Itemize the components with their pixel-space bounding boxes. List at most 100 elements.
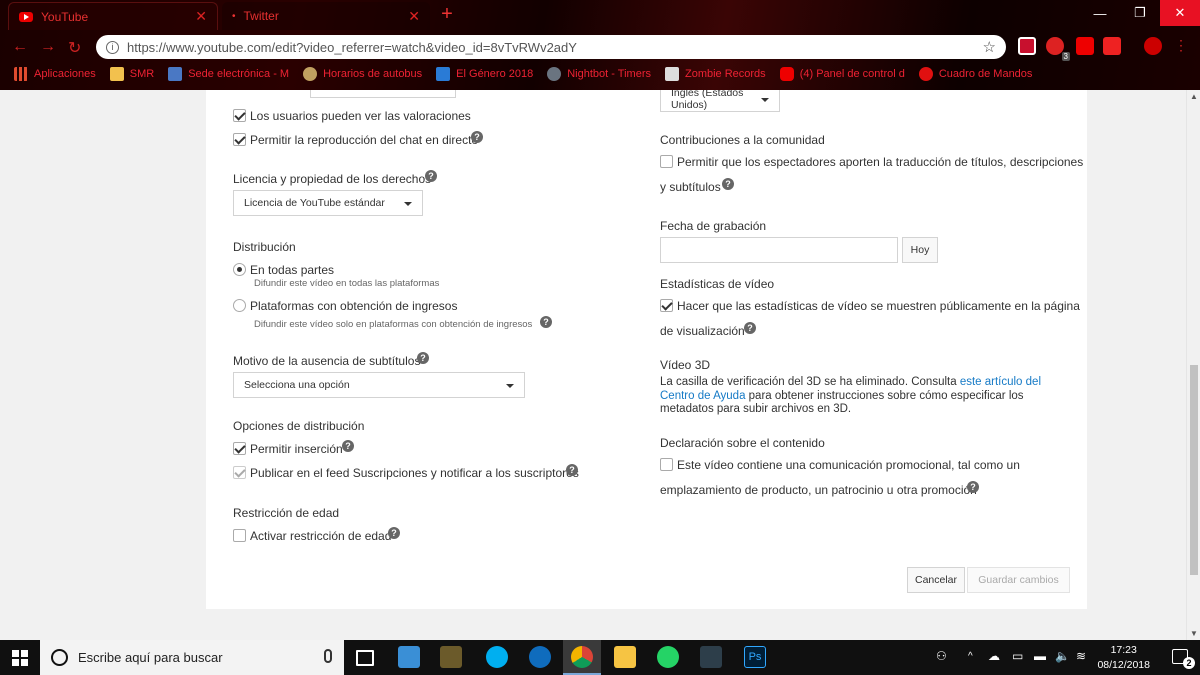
embed-checkbox[interactable]: [233, 442, 246, 455]
live-chat-checkbox[interactable]: [233, 133, 246, 146]
subtitles-reason-select[interactable]: Selecciona una opción: [233, 372, 525, 398]
taskbar-clock[interactable]: 17:23 08/12/2018: [1097, 643, 1150, 673]
bookmark-apps[interactable]: Aplicaciones: [14, 67, 96, 81]
edge-icon[interactable]: [529, 646, 551, 668]
radio-monetized[interactable]: [233, 299, 246, 312]
windows-taskbar: Escribe aquí para buscar Ps ⚇ ^ ☁ ▭ ▬ 🔈 …: [0, 640, 1200, 675]
language-select[interactable]: Inglés (Estados Unidos): [660, 90, 780, 112]
scroll-thumb[interactable]: [1190, 365, 1198, 575]
help-icon[interactable]: ?: [722, 178, 734, 190]
public-stats-checkbox[interactable]: [660, 299, 673, 312]
extension-calendar-icon[interactable]: [1018, 37, 1036, 55]
tab-close-icon[interactable]: ✕: [195, 8, 207, 25]
radio-everywhere[interactable]: [233, 263, 246, 276]
whatsapp-icon[interactable]: [657, 646, 679, 668]
bookmark-smr[interactable]: SMR: [109, 67, 154, 81]
profile-avatar[interactable]: [1144, 37, 1162, 55]
settings-card: Los usuarios pueden ver las valoraciones…: [206, 90, 1087, 609]
bookmark-genero[interactable]: El Género 2018: [436, 67, 533, 81]
ratings-label: Los usuarios pueden ver las valoraciones: [250, 109, 471, 123]
help-center-link[interactable]: Centro de Ayuda: [660, 390, 745, 402]
save-changes-button[interactable]: Guardar cambios: [967, 567, 1070, 593]
microphone-icon[interactable]: [324, 649, 332, 663]
cancel-button[interactable]: Cancelar: [907, 567, 965, 593]
bookmark-horarios[interactable]: Horarios de autobus: [303, 67, 422, 81]
community-translations-checkbox[interactable]: [660, 155, 673, 168]
help-icon[interactable]: ?: [967, 481, 979, 493]
photoshop-icon[interactable]: Ps: [744, 646, 766, 668]
volume-icon[interactable]: 🔈: [1055, 649, 1070, 663]
app-notebook-icon[interactable]: [398, 646, 420, 668]
zombie-records-icon: [664, 67, 679, 81]
extension-stats-icon[interactable]: 3: [1046, 37, 1070, 61]
bookmark-star-icon[interactable]: ☆: [983, 38, 996, 56]
help-icon[interactable]: ?: [540, 316, 552, 328]
help-icon[interactable]: ?: [342, 440, 354, 452]
extension-image-icon[interactable]: [1103, 37, 1121, 55]
extension-youtube-icon[interactable]: [1076, 37, 1094, 55]
address-bar[interactable]: i https://www.youtube.com/edit?video_ref…: [96, 35, 1006, 59]
distribution-heading: Distribución: [233, 240, 296, 254]
wifi-icon[interactable]: ≋: [1076, 649, 1086, 663]
scroll-down-icon[interactable]: ▼: [1190, 629, 1198, 638]
ratings-checkbox[interactable]: [233, 109, 246, 122]
public-stats-label-line2: de visualización: [660, 324, 745, 338]
battery-icon[interactable]: ▬: [1034, 649, 1046, 663]
menu-kebab-icon[interactable]: ⋮: [1174, 37, 1188, 55]
help-icon[interactable]: ?: [744, 322, 756, 334]
forward-icon[interactable]: →: [40, 38, 56, 56]
show-hidden-icons-chevron-icon[interactable]: ^: [968, 651, 973, 662]
window-controls: — ❐ ✕: [1080, 0, 1200, 26]
info-icon[interactable]: i: [106, 40, 119, 54]
bookmark-nightbot[interactable]: Nightbot - Timers: [547, 67, 651, 81]
tab-close-icon[interactable]: ✕: [408, 8, 420, 25]
today-button[interactable]: Hoy: [902, 237, 938, 263]
dashboard-icon: [918, 67, 933, 81]
nightbot-icon: [547, 67, 562, 81]
bookmark-zombie[interactable]: Zombie Records: [664, 67, 766, 81]
community-heading: Contribuciones a la comunidad: [660, 133, 825, 147]
tab-twitter[interactable]: • Twitter ✕: [222, 2, 430, 30]
help-icon[interactable]: ?: [566, 464, 578, 476]
age-restriction-heading: Restricción de edad: [233, 506, 340, 520]
license-select[interactable]: Licencia de YouTube estándar: [233, 190, 423, 216]
bookmark-label: Nightbot - Timers: [567, 68, 651, 80]
scroll-up-icon[interactable]: ▲: [1190, 92, 1198, 101]
app-arrow-icon[interactable]: [700, 646, 722, 668]
tab-youtube[interactable]: YouTube ✕: [8, 2, 218, 30]
help-icon[interactable]: ?: [425, 170, 437, 182]
partial-select[interactable]: [310, 90, 456, 98]
notify-subscribers-checkbox[interactable]: [233, 466, 246, 479]
file-explorer-icon[interactable]: [614, 646, 636, 668]
taskbar-search[interactable]: Escribe aquí para buscar: [40, 640, 344, 675]
clock-time: 17:23: [1110, 644, 1137, 656]
start-windows-icon[interactable]: [12, 650, 28, 666]
back-icon[interactable]: ←: [12, 38, 28, 56]
promotion-label-line2: emplazamiento de producto, un patrocinio…: [660, 483, 977, 497]
help-article-link[interactable]: este artículo del: [960, 376, 1041, 388]
chrome-icon[interactable]: [571, 646, 593, 668]
recording-date-input[interactable]: [660, 237, 898, 263]
reload-icon[interactable]: ↻: [68, 38, 81, 58]
new-tab-button[interactable]: +: [438, 4, 456, 24]
bookmark-sede[interactable]: Sede electrónica - M: [168, 67, 289, 81]
age-restriction-checkbox[interactable]: [233, 529, 246, 542]
maximize-button[interactable]: ❐: [1120, 0, 1160, 26]
task-view-icon[interactable]: [356, 650, 374, 666]
promotion-checkbox[interactable]: [660, 458, 673, 471]
minimize-button[interactable]: —: [1080, 0, 1120, 26]
close-window-button[interactable]: ✕: [1160, 0, 1200, 26]
extension-badge: 3: [1061, 52, 1070, 61]
help-icon[interactable]: ?: [471, 131, 483, 143]
help-icon[interactable]: ?: [417, 352, 429, 364]
people-icon[interactable]: ⚇: [936, 649, 947, 663]
help-icon[interactable]: ?: [388, 527, 400, 539]
bookmark-cuadro[interactable]: Cuadro de Mandos: [918, 67, 1032, 81]
skype-icon[interactable]: [486, 646, 508, 668]
display-icon[interactable]: ▭: [1012, 649, 1023, 663]
action-center-icon[interactable]: 2: [1172, 649, 1195, 669]
onedrive-icon[interactable]: ☁: [988, 649, 1000, 663]
page-scrollbar[interactable]: ▲ ▼: [1186, 90, 1200, 640]
league-of-legends-icon[interactable]: [440, 646, 462, 668]
bookmark-panel[interactable]: (4) Panel de control d: [779, 67, 905, 81]
